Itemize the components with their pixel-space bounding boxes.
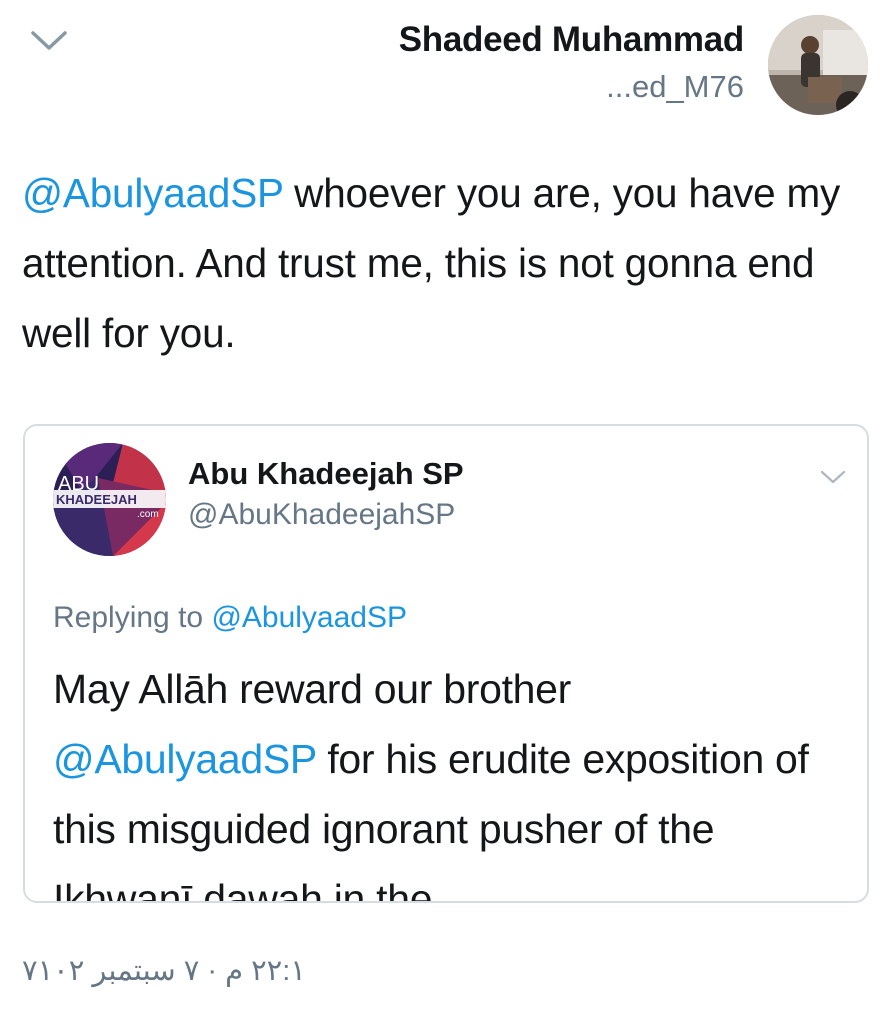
quoted-author-avatar[interactable]: ABU KHADEEJAH .com <box>53 443 166 556</box>
tweet-timestamp[interactable]: ١:٢٢ م · ٧ سبتمبر ٢٠١٧ <box>22 953 306 988</box>
quoted-tweet-text: May Allāh reward our brother @AbulyaadSP … <box>53 654 853 901</box>
author-name[interactable]: Shadeed Muhammad <box>399 20 745 60</box>
quoted-text-part1: May Allāh reward our brother <box>53 666 572 712</box>
quoted-mention-link[interactable]: @AbulyaadSP <box>53 736 317 782</box>
chevron-down-icon[interactable] <box>820 470 846 486</box>
author-avatar[interactable] <box>768 15 868 115</box>
tweet-text: @AbulyaadSP whoever you are, you have my… <box>22 158 882 368</box>
quoted-author-name[interactable]: Abu Khadeejah SP <box>188 456 464 492</box>
avatar-logo-text-khadeejah: KHADEEJAH <box>56 492 137 507</box>
tweet-mention-link[interactable]: @AbulyaadSP <box>22 170 283 216</box>
chevron-down-icon[interactable] <box>30 30 68 52</box>
author-handle[interactable]: ...ed_M76 <box>606 69 744 105</box>
avatar-logo-text-com: .com <box>137 509 159 520</box>
replying-to-line: Replying to @AbulyaadSP <box>53 601 407 635</box>
replying-to-mention-link[interactable]: @AbulyaadSP <box>211 601 407 634</box>
replying-prefix: Replying to <box>53 601 212 634</box>
quoted-tweet-card[interactable]: ABU KHADEEJAH .com Abu Khadeejah SP @Abu… <box>23 424 869 903</box>
quoted-author-handle[interactable]: @AbuKhadeejahSP <box>188 498 455 532</box>
